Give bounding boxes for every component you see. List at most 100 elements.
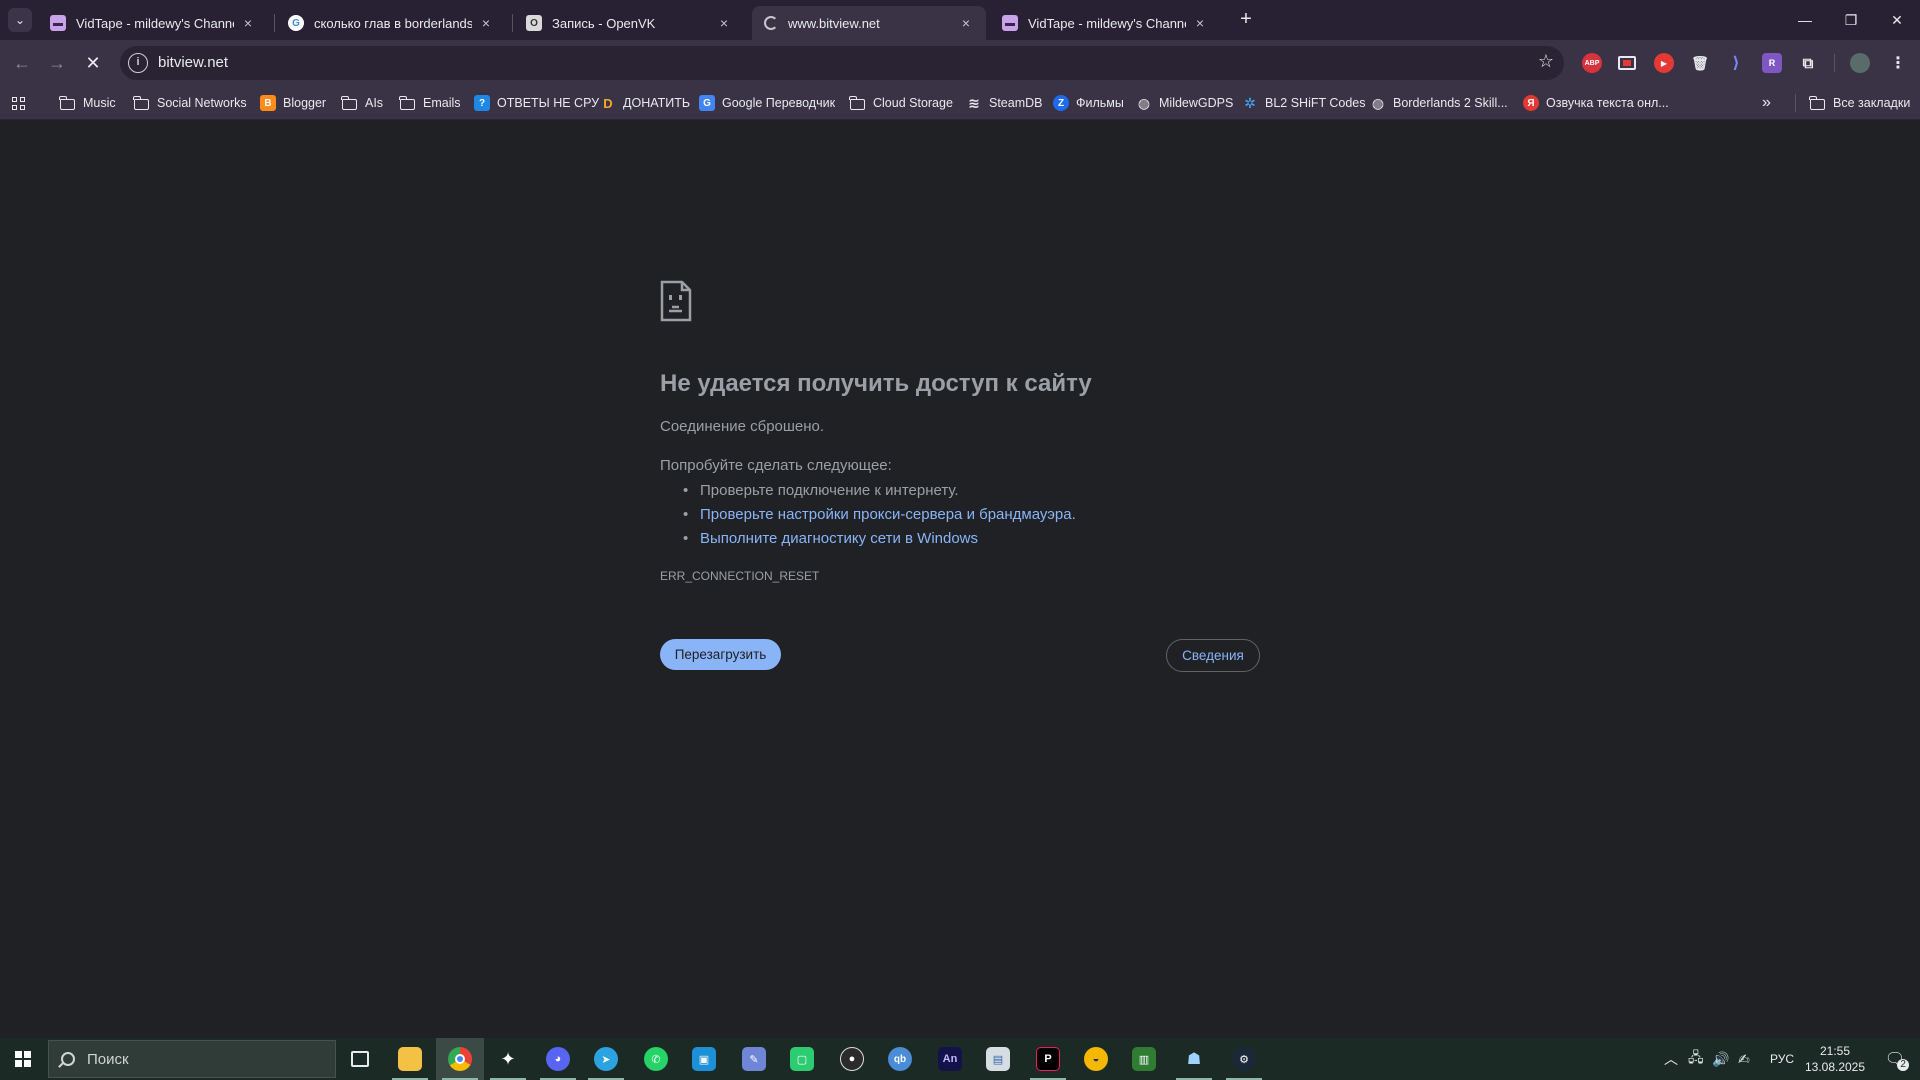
notification-center-icon: 🗨 2 [1885, 1049, 1910, 1071]
tab-separator [274, 14, 275, 32]
taskbar-green-app[interactable]: ▢ [778, 1038, 826, 1080]
cast-icon[interactable] [1618, 56, 1636, 70]
taskbar-notepad-app[interactable]: ▤ [974, 1038, 1022, 1080]
pen-ink-icon[interactable]: ✍ [1738, 1038, 1750, 1080]
start-button[interactable] [0, 1038, 46, 1080]
taskbar-remote-app[interactable]: ▣ [680, 1038, 728, 1080]
suggestion-network-diagnostics-link[interactable]: Выполните диагностику сети в Windows [660, 527, 1076, 551]
google-icon: G [288, 15, 304, 31]
extensions-puzzle-icon[interactable]: ⧉ [1798, 53, 1818, 73]
adblock-plus-icon[interactable]: ABP [1582, 53, 1602, 73]
all-bookmarks-button[interactable]: Все закладки [1809, 93, 1910, 113]
menu-kebab-icon[interactable]: ⋮ [1888, 53, 1908, 73]
bookmark-mildewgdps[interactable]: ◍ MildewGDPS [1136, 93, 1233, 113]
tab-openvk[interactable]: O Запись - OpenVK × [514, 6, 744, 40]
tab-title: сколько глав в borderlands the [314, 15, 472, 31]
tab-google-search[interactable]: G сколько глав в borderlands the × [276, 6, 506, 40]
bookmarks-separator [1795, 94, 1796, 112]
bookmark-steamdb[interactable]: ≋ SteamDB [966, 93, 1043, 113]
bookmark-folder-social-networks[interactable]: Social Networks [133, 93, 247, 113]
address-bar[interactable]: i bitview.net ☆ [120, 46, 1564, 80]
bookmark-google-translate[interactable]: G Google Переводчик [699, 93, 835, 113]
tab-search-button[interactable]: ⌄ [8, 8, 32, 32]
bookmark-label: ДОНАТИТЬ [623, 96, 691, 110]
bookmark-otvety[interactable]: ? ОТВЕТЫ НЕ СРУ [474, 93, 599, 113]
donationalerts-icon: D [603, 95, 613, 111]
r-extension-icon[interactable]: R [1762, 53, 1782, 73]
taskbar-paint-app[interactable]: ✎ [730, 1038, 778, 1080]
network-status-icon[interactable]: 🖧 [1688, 1038, 1704, 1080]
site-info-icon[interactable]: i [128, 53, 148, 73]
qbittorrent-icon: qb [888, 1047, 912, 1071]
taskbar-file-explorer[interactable] [386, 1038, 434, 1080]
bookmark-folder-music[interactable]: Music [59, 93, 116, 113]
tab-close-icon[interactable]: × [958, 15, 974, 31]
bookmark-filmy[interactable]: Z Фильмы [1053, 93, 1124, 113]
openvk-icon: O [526, 15, 542, 31]
taskbar-chrome[interactable] [436, 1038, 484, 1080]
youtube-icon[interactable]: ▶ [1654, 53, 1674, 73]
tab-title: www.bitview.net [788, 15, 880, 31]
taskbar-yellow-app[interactable]: ◒ [1072, 1038, 1120, 1080]
maximize-button[interactable]: ❐ [1828, 0, 1874, 40]
bookmark-label: Фильмы [1076, 96, 1124, 110]
taskbar-search-box[interactable]: Поиск [48, 1040, 336, 1078]
bookmarks-overflow-chevron-icon[interactable]: » [1762, 93, 1771, 113]
apps-grid-icon[interactable] [12, 93, 25, 113]
bookmark-folder-ais[interactable]: AIs [341, 93, 383, 113]
input-language-indicator[interactable]: РУС [1770, 1038, 1794, 1080]
taskbar-jetbrains[interactable]: P [1024, 1038, 1072, 1080]
taskbar-qbittorrent[interactable]: qb [876, 1038, 924, 1080]
new-tab-button[interactable]: + [1232, 6, 1260, 34]
forward-button[interactable]: → [43, 49, 71, 77]
terminal-icon[interactable]: ⟩ [1726, 53, 1746, 73]
suggestion-proxy-firewall-link[interactable]: Проверьте настройки прокси-сервера и бра… [660, 503, 1076, 527]
bookmark-label: Blogger [283, 96, 327, 110]
tab-close-icon[interactable]: × [240, 15, 256, 31]
stop-loading-button[interactable]: ✕ [79, 49, 107, 77]
taskbar-telegram[interactable]: ➤ [582, 1038, 630, 1080]
bookmark-label: SteamDB [989, 96, 1043, 110]
profile-avatar-icon[interactable] [1850, 53, 1870, 73]
tab-vidtape-1[interactable]: ▬ VidTape - mildewy's Channel × [38, 6, 268, 40]
taskbar-whatsapp[interactable]: ✆ [632, 1038, 680, 1080]
bookmark-donatit[interactable]: D ДОНАТИТЬ [600, 93, 690, 113]
volume-icon[interactable]: 🔊 [1712, 1038, 1729, 1080]
reload-button[interactable]: Перезагрузить [660, 639, 781, 670]
bookmark-borderlands-skill[interactable]: ◍ Borderlands 2 Skill... [1370, 93, 1508, 113]
details-button[interactable]: Сведения [1166, 639, 1260, 672]
chrome-icon [448, 1047, 472, 1071]
error-code: ERR_CONNECTION_RESET [660, 569, 820, 583]
bookmark-folder-cloud-storage[interactable]: Cloud Storage [849, 93, 953, 113]
tab-bitview[interactable]: www.bitview.net × [752, 6, 986, 40]
bookmark-bl2-shift-codes[interactable]: ✲ BL2 SHiFT Codes [1242, 93, 1365, 113]
address-bar-url[interactable]: bitview.net [158, 54, 228, 71]
notepad-app-icon: ▤ [986, 1047, 1010, 1071]
task-view-button[interactable] [336, 1038, 384, 1080]
trash-icon[interactable]: 🗑 [1690, 53, 1710, 73]
globe-icon: ◍ [1371, 94, 1385, 111]
folder-icon [399, 95, 415, 110]
minimize-button[interactable]: — [1782, 0, 1828, 40]
close-window-button[interactable]: ✕ [1874, 0, 1920, 40]
bookmark-ozvuchka[interactable]: Я Озвучка текста онл... [1523, 93, 1669, 113]
taskbar-discord[interactable]: ◕ [534, 1038, 582, 1080]
notifications-button[interactable]: 🗨 2 [1880, 1038, 1910, 1080]
tab-vidtape-2[interactable]: ▬ VidTape - mildewy's Channel × [990, 6, 1220, 40]
bookmark-blogger[interactable]: B Blogger [260, 93, 326, 113]
taskbar-obs[interactable]: ● [828, 1038, 876, 1080]
tab-close-icon[interactable]: × [716, 15, 732, 31]
taskbar-steam[interactable]: ⚙ [1220, 1038, 1268, 1080]
tray-show-hidden-chevron-icon[interactable]: ︿ [1664, 1038, 1678, 1080]
taskbar-network-app[interactable]: ☗ [1170, 1038, 1218, 1080]
taskbar-chart-app[interactable]: ▥ [1120, 1038, 1168, 1080]
bookmark-folder-emails[interactable]: Emails [399, 93, 461, 113]
taskbar-clock[interactable]: 21:55 13.08.2025 [1800, 1043, 1870, 1075]
tab-close-icon[interactable]: × [1192, 15, 1208, 31]
taskbar-fox-app[interactable]: ✦ [484, 1038, 532, 1080]
taskbar-animate[interactable]: An [926, 1038, 974, 1080]
back-button[interactable]: ← [8, 49, 36, 77]
bookmark-star-icon[interactable]: ☆ [1538, 51, 1554, 72]
tab-close-icon[interactable]: × [478, 15, 494, 31]
bookmark-label: Emails [423, 96, 461, 110]
